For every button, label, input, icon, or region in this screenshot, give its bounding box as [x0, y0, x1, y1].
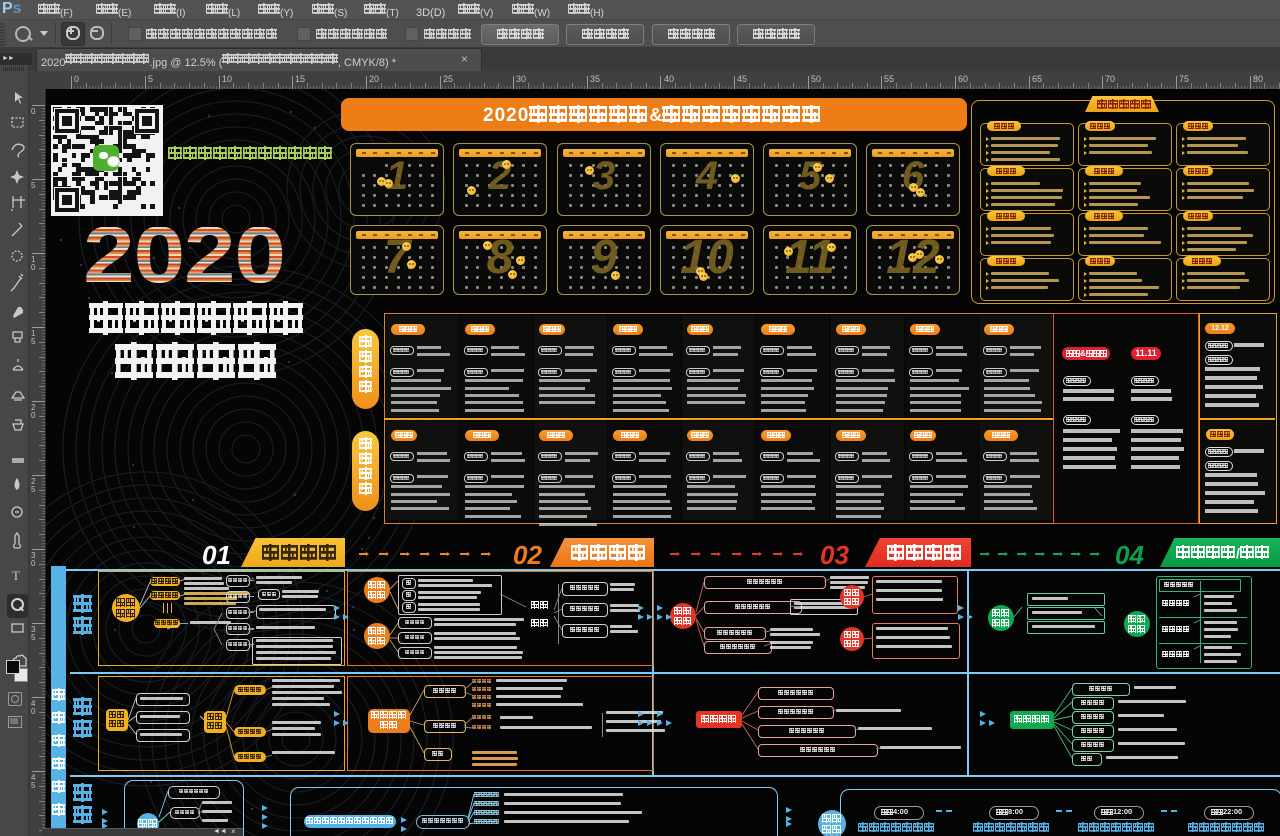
- svg-text:T: T: [12, 568, 20, 583]
